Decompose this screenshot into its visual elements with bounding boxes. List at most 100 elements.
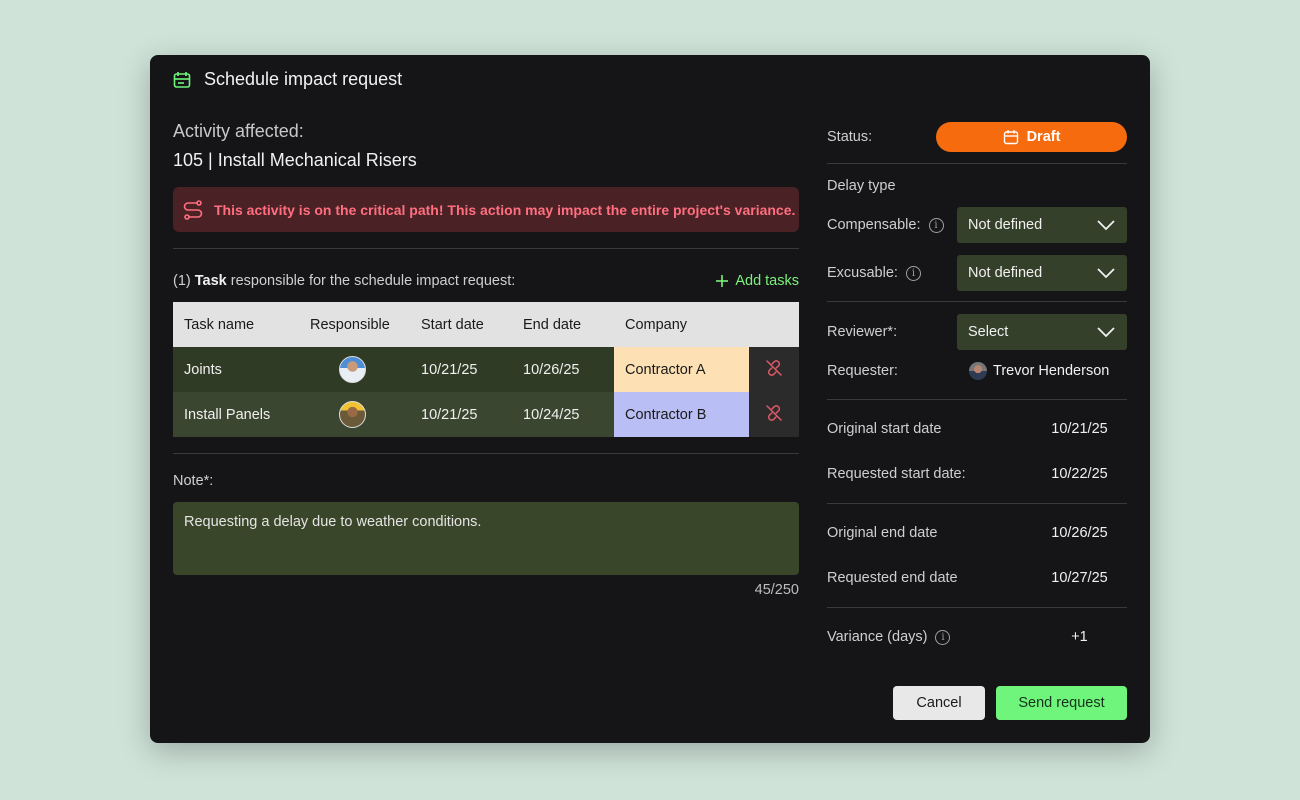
add-tasks-button[interactable]: Add tasks <box>715 273 799 289</box>
col-company: Company <box>614 302 749 347</box>
orig-start-label: Original start date <box>827 421 942 437</box>
compensable-select[interactable]: Not defined <box>957 207 1127 243</box>
responsible-cell <box>299 392 410 437</box>
requester-row: Requester: Trevor Henderson <box>827 359 1127 383</box>
note-label: Note*: <box>173 473 214 489</box>
avatar <box>969 362 987 380</box>
unlink-icon <box>765 359 783 381</box>
req-start-value: 10/22/25 <box>1051 466 1108 482</box>
calendar-edit-icon <box>172 70 192 90</box>
excusable-row: Excusable: i Not defined <box>827 255 1127 291</box>
send-request-button[interactable]: Send request <box>996 686 1127 720</box>
variance-label-wrap: Variance (days) i <box>827 629 951 645</box>
task-name: Install Panels <box>173 392 299 437</box>
task-name: Joints <box>173 347 299 392</box>
requester-name: Trevor Henderson <box>993 363 1110 379</box>
schedule-impact-modal: Schedule impact request Activity affecte… <box>150 55 1150 743</box>
chevron-down-icon <box>1096 267 1116 279</box>
compensable-value: Not defined <box>968 217 1043 233</box>
delay-type-heading: Delay type <box>827 178 896 194</box>
divider <box>827 163 1127 164</box>
reviewer-row: Reviewer*: Select <box>827 314 1127 350</box>
req-start-row: Requested start date: 10/22/25 <box>827 465 1127 483</box>
orig-end-row: Original end date 10/26/25 <box>827 524 1127 542</box>
tasks-header: (1) Task responsible for the schedule im… <box>173 272 799 290</box>
left-column: Activity affected: 105 | Install Mechani… <box>173 121 799 598</box>
info-icon[interactable]: i <box>905 265 921 281</box>
divider <box>173 453 799 454</box>
company-cell: Contractor A <box>614 347 749 392</box>
table-header-row: Task name Responsible Start date End dat… <box>173 302 799 347</box>
end-date: 10/24/25 <box>512 392 614 437</box>
note-textarea[interactable]: Requesting a delay due to weather condit… <box>173 502 799 575</box>
activity-label: Activity affected: <box>173 121 304 141</box>
orig-end-value: 10/26/25 <box>1051 525 1108 541</box>
cancel-button[interactable]: Cancel <box>893 686 985 720</box>
chevron-down-icon <box>1096 219 1116 231</box>
chevron-down-icon <box>1096 326 1116 338</box>
unlink-icon <box>765 404 783 426</box>
variance-value: +1 <box>1071 629 1088 645</box>
col-responsible: Responsible <box>299 302 410 347</box>
divider <box>173 248 799 249</box>
divider <box>827 399 1127 400</box>
info-icon[interactable]: i <box>928 217 944 233</box>
modal-title: Schedule impact request <box>204 69 403 89</box>
reviewer-label: Reviewer*: <box>827 324 898 340</box>
calendar-icon <box>1003 129 1019 145</box>
compensable-label: Compensable: <box>827 217 921 233</box>
excusable-label-wrap: Excusable: i <box>827 265 921 281</box>
company-cell: Contractor B <box>614 392 749 437</box>
divider <box>827 607 1127 608</box>
status-row: Status: Draft <box>827 122 1127 152</box>
requester-label: Requester: <box>827 363 898 379</box>
variance-row: Variance (days) i +1 <box>827 628 1127 646</box>
req-end-label: Requested end date <box>827 570 958 586</box>
status-value: Draft <box>1026 129 1061 145</box>
excusable-label: Excusable: <box>827 265 898 281</box>
responsible-cell <box>299 347 410 392</box>
unlink-button[interactable] <box>749 392 799 437</box>
col-actions <box>749 302 799 347</box>
tasks-heading-bold: Task <box>194 273 227 289</box>
excusable-value: Not defined <box>968 265 1043 281</box>
route-icon <box>182 199 204 221</box>
tasks-table: Task name Responsible Start date End dat… <box>173 302 799 437</box>
table-row[interactable]: Joints 10/21/25 10/26/25 Contractor A <box>173 347 799 392</box>
col-end-date: End date <box>512 302 614 347</box>
table-row[interactable]: Install Panels 10/21/25 10/24/25 Contrac… <box>173 392 799 437</box>
info-icon[interactable]: i <box>935 629 951 645</box>
activity-value: 105 | Install Mechanical Risers <box>173 150 417 170</box>
excusable-select[interactable]: Not defined <box>957 255 1127 291</box>
status-label: Status: <box>827 129 873 145</box>
status-badge[interactable]: Draft <box>936 122 1127 152</box>
req-end-value: 10/27/25 <box>1051 570 1108 586</box>
orig-start-row: Original start date 10/21/25 <box>827 420 1127 438</box>
col-start-date: Start date <box>410 302 512 347</box>
alert-text: This activity is on the critical path! T… <box>214 201 796 218</box>
unlink-button[interactable] <box>749 347 799 392</box>
compensable-row: Compensable: i Not defined <box>827 207 1127 243</box>
tasks-heading: (1) Task responsible for the schedule im… <box>173 273 515 289</box>
modal-header: Schedule impact request <box>172 69 402 90</box>
variance-label: Variance (days) <box>827 629 928 645</box>
plus-icon <box>715 274 729 288</box>
divider <box>827 301 1127 302</box>
add-tasks-label: Add tasks <box>735 273 799 289</box>
tasks-heading-rest: responsible for the schedule impact requ… <box>230 273 516 289</box>
requester-value: Trevor Henderson <box>969 362 1127 380</box>
start-date: 10/21/25 <box>410 347 512 392</box>
orig-end-label: Original end date <box>827 525 938 541</box>
right-column: Status: Draft Delay type Compensable: i <box>827 121 1127 646</box>
start-date: 10/21/25 <box>410 392 512 437</box>
note-char-count: 45/250 <box>754 582 799 598</box>
orig-start-value: 10/21/25 <box>1051 421 1108 437</box>
reviewer-value: Select <box>968 324 1009 340</box>
avatar[interactable] <box>339 401 366 428</box>
critical-path-alert: This activity is on the critical path! T… <box>173 187 799 232</box>
end-date: 10/26/25 <box>512 347 614 392</box>
reviewer-select[interactable]: Select <box>957 314 1127 350</box>
req-start-label: Requested start date: <box>827 466 966 482</box>
avatar[interactable] <box>339 356 366 383</box>
compensable-label-wrap: Compensable: i <box>827 217 944 233</box>
